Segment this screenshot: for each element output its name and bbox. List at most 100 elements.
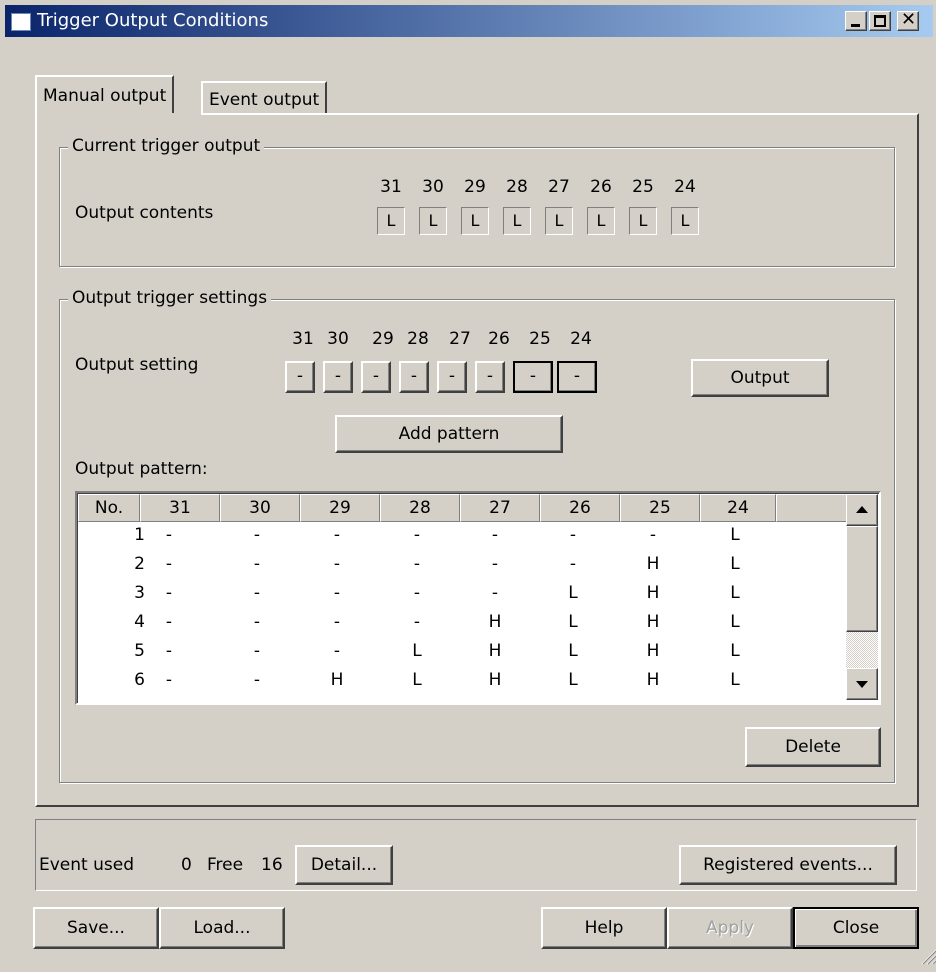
- bit-number: 26: [488, 329, 510, 349]
- bit-number: 27: [548, 177, 570, 197]
- bit-setting-button[interactable]: -: [437, 361, 467, 393]
- bit-value-box: L: [671, 207, 699, 235]
- bit-setting-button[interactable]: -: [475, 361, 505, 393]
- table-cell: L: [412, 641, 422, 661]
- event-free-label: Free: [207, 855, 244, 875]
- active-tab-joint: [37, 113, 201, 116]
- table-cell: -: [413, 525, 421, 545]
- table-row[interactable]: 2------HL: [77, 554, 847, 576]
- table-cell: H: [646, 612, 660, 632]
- bit-setting-button[interactable]: -: [557, 361, 597, 393]
- table-cell: -: [165, 583, 173, 603]
- save-button[interactable]: Save...: [33, 907, 159, 949]
- scroll-track[interactable]: [846, 632, 878, 668]
- table-header-filler: [776, 494, 848, 522]
- output-pattern-table[interactable]: No. 31 30 29 28 27 26 25 24 1- - - - - - - L 2- - - - - - H L 3- -…: [75, 491, 881, 705]
- bit-setting-button[interactable]: -: [513, 361, 553, 393]
- table-cell: -: [491, 525, 499, 545]
- table-header[interactable]: 28: [380, 494, 460, 522]
- minimize-icon: [851, 24, 860, 27]
- table-row[interactable]: 5---LHLHL: [77, 641, 847, 663]
- bit-value-box: L: [545, 207, 573, 235]
- table-header[interactable]: 24: [700, 494, 776, 522]
- table-header[interactable]: 25: [620, 494, 700, 522]
- apply-button[interactable]: Apply: [667, 907, 793, 949]
- table-cell: L: [568, 670, 578, 690]
- table-cell: 4: [134, 612, 145, 632]
- arrow-up-icon: [856, 506, 868, 513]
- table-cell: L: [730, 554, 740, 574]
- table-cell: -: [491, 583, 499, 603]
- close-button[interactable]: Close: [793, 907, 919, 949]
- table-header[interactable]: No.: [78, 494, 140, 522]
- load-button[interactable]: Load...: [159, 907, 285, 949]
- table-row[interactable]: 6--HLHLHL: [77, 670, 847, 692]
- table-cell: -: [253, 641, 261, 661]
- table-cell: -: [491, 554, 499, 574]
- table-cell: -: [253, 554, 261, 574]
- table-cell: -: [333, 612, 341, 632]
- group-title: Output trigger settings: [68, 288, 272, 308]
- scroll-thumb[interactable]: [846, 526, 878, 632]
- bit-setting-button[interactable]: -: [399, 361, 429, 393]
- bit-setting-button[interactable]: -: [285, 361, 315, 393]
- bit-number: 29: [372, 329, 394, 349]
- table-cell: H: [488, 670, 502, 690]
- bit-number: 25: [529, 329, 551, 349]
- table-cell: L: [730, 612, 740, 632]
- bit-setting-button[interactable]: -: [323, 361, 353, 393]
- output-setting-label: Output setting: [75, 355, 199, 375]
- maximize-button[interactable]: [869, 11, 891, 31]
- bit-setting-button[interactable]: -: [361, 361, 391, 393]
- help-button[interactable]: Help: [541, 907, 667, 949]
- table-cell: -: [165, 554, 173, 574]
- table-header[interactable]: 27: [460, 494, 540, 522]
- table-row[interactable]: 1-------L: [77, 525, 847, 547]
- table-cell: L: [730, 583, 740, 603]
- scroll-down-button[interactable]: [846, 668, 878, 700]
- table-cell: -: [165, 525, 173, 545]
- table-cell: 6: [134, 670, 145, 690]
- trigger-output-dialog: Trigger Output Conditions ✕ Manual outpu…: [0, 0, 936, 972]
- bit-number: 26: [590, 177, 612, 197]
- table-row[interactable]: 4----HLHL: [77, 612, 847, 634]
- resize-grip-icon[interactable]: [919, 945, 936, 965]
- bit-number: 30: [422, 177, 444, 197]
- table-cell: 1: [134, 525, 145, 545]
- add-pattern-button[interactable]: Add pattern: [335, 415, 563, 453]
- table-cell: H: [646, 670, 660, 690]
- table-header[interactable]: 26: [540, 494, 620, 522]
- table-cell: L: [568, 641, 578, 661]
- scroll-up-button[interactable]: [846, 494, 878, 526]
- maximize-icon: [874, 15, 886, 27]
- title-bar[interactable]: Trigger Output Conditions ✕: [5, 5, 933, 37]
- vertical-scrollbar[interactable]: [846, 494, 878, 700]
- output-button[interactable]: Output: [691, 359, 829, 397]
- bit-number: 29: [464, 177, 486, 197]
- close-icon: ✕: [901, 9, 917, 30]
- table-cell: -: [413, 554, 421, 574]
- registered-events-button[interactable]: Registered events...: [679, 845, 897, 885]
- tab-manual-output[interactable]: Manual output: [35, 75, 175, 115]
- group-title: Current trigger output: [68, 136, 265, 156]
- close-window-button[interactable]: ✕: [897, 11, 919, 31]
- tab-event-output[interactable]: Event output: [201, 81, 328, 113]
- detail-button[interactable]: Detail...: [295, 845, 393, 885]
- table-header[interactable]: 30: [220, 494, 300, 522]
- bit-number: 24: [570, 329, 592, 349]
- event-used-label: Event used: [39, 855, 134, 875]
- arrow-down-icon: [856, 681, 868, 688]
- minimize-button[interactable]: [845, 11, 867, 31]
- bit-number: 31: [292, 329, 314, 349]
- table-cell: -: [165, 641, 173, 661]
- event-used-value: 0: [181, 855, 192, 875]
- table-header[interactable]: 29: [300, 494, 380, 522]
- table-cell: -: [649, 525, 657, 545]
- table-cell: -: [253, 525, 261, 545]
- app-icon: [11, 13, 31, 31]
- delete-button[interactable]: Delete: [745, 727, 881, 767]
- bit-number: 28: [506, 177, 528, 197]
- tab-label: Manual output: [43, 86, 167, 106]
- table-header[interactable]: 31: [140, 494, 220, 522]
- table-row[interactable]: 3-----LHL: [77, 583, 847, 605]
